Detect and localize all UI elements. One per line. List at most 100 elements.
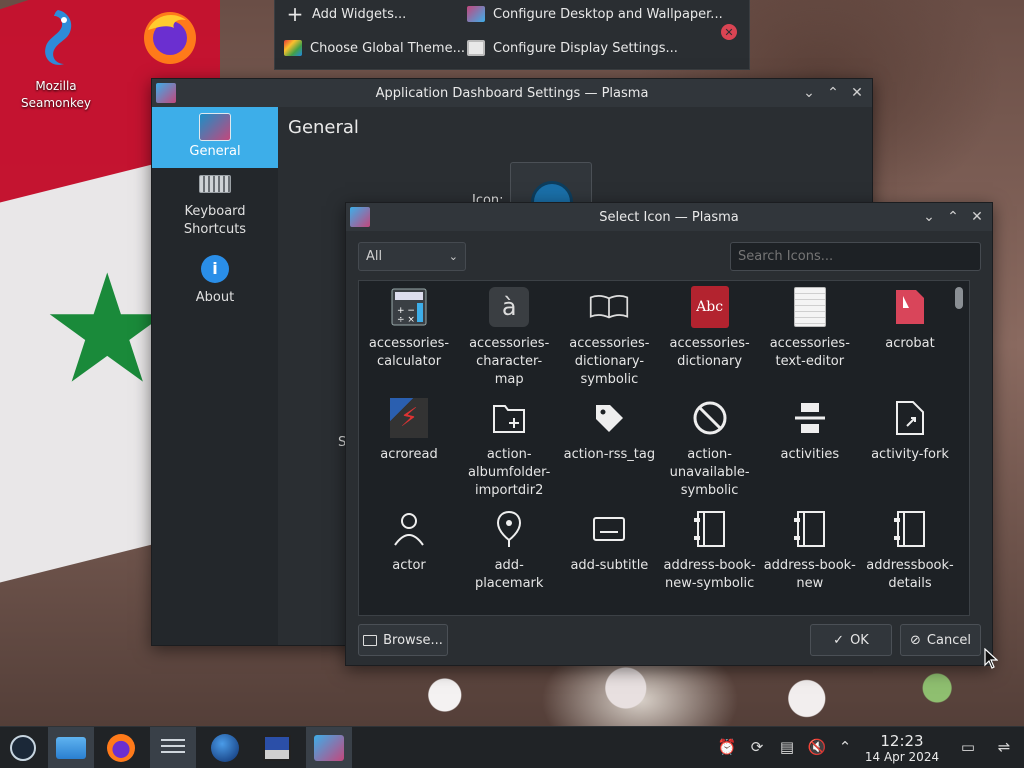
address-book-icon (790, 509, 830, 549)
minimize-icon[interactable]: ⌄ (920, 207, 938, 227)
clock[interactable]: 12:23 14 Apr 2024 (862, 732, 942, 765)
close-icon[interactable]: ✕ (848, 83, 866, 103)
info-icon: i (201, 255, 229, 283)
icon-grid-item[interactable]: add- placemark (459, 509, 559, 593)
button-label: OK (850, 632, 869, 648)
mouse-cursor-icon (984, 648, 998, 669)
icon-grid-item[interactable]: à accessories- character- map (459, 287, 559, 389)
menu-item-global-theme[interactable]: Choose Global Theme... (284, 40, 465, 56)
menu-item-label: Add Widgets... (312, 6, 407, 22)
volume-muted-icon[interactable]: 🔇 (807, 737, 827, 757)
menu-item-add-widgets[interactable]: + Add Widgets... (286, 4, 407, 24)
address-book-icon (690, 509, 730, 549)
taskbar-browser[interactable] (202, 727, 248, 768)
steam-icon (10, 735, 36, 761)
desktop-icon-firefox[interactable] (138, 6, 202, 70)
icon-grid-item-label: addressbook- details (866, 558, 954, 591)
minimize-icon[interactable]: ⌄ (800, 83, 818, 103)
icon-grid: + − ÷ × accessories- calculator à accessorie… (358, 280, 970, 616)
taskbar-steam[interactable] (0, 727, 46, 768)
close-menu-icon[interactable]: ✕ (721, 24, 737, 40)
icon-grid-item[interactable]: action-rss_tag (559, 398, 659, 464)
svg-text:÷ ×: ÷ × (397, 315, 415, 325)
icon-grid-item[interactable]: activities (760, 398, 860, 464)
icon-grid-item-label: action- albumfolder- importdir2 (468, 447, 551, 498)
dialog-titlebar[interactable]: Select Icon — Plasma ⌄ ⌃ ✕ (346, 203, 992, 231)
icon-grid-item[interactable]: action- unavailable- symbolic (660, 398, 760, 500)
sidebar-item-general[interactable]: General (152, 107, 278, 168)
calculator-icon: + − ÷ × (389, 287, 429, 327)
icon-grid-item-label: actor (392, 558, 426, 573)
icon-grid-item[interactable]: address-book- new-symbolic (660, 509, 760, 593)
icon-grid-item[interactable]: + − ÷ × accessories- calculator (359, 287, 459, 371)
button-label: Browse... (383, 632, 443, 648)
icon-grid-item-label: activity-fork (871, 447, 949, 462)
desktop-config-icon (467, 6, 485, 22)
taskbar-firefox[interactable] (98, 727, 144, 768)
display-icon (467, 40, 485, 56)
icon-grid-item[interactable]: addressbook- details (860, 509, 960, 593)
icon-category-select[interactable]: All ⌄ (358, 242, 466, 271)
icon-grid-item[interactable]: add-subtitle (559, 509, 659, 575)
chevron-up-icon[interactable]: ⌃ (835, 737, 855, 757)
cancel-button[interactable]: ⊘ Cancel (900, 624, 981, 656)
panel-settings-icon[interactable]: ⇌ (994, 737, 1014, 757)
taskbar-file-manager[interactable] (48, 727, 94, 768)
search-icons-input[interactable] (730, 242, 981, 271)
sidebar-item-keyboard-shortcuts[interactable]: Keyboard Shortcuts (152, 175, 278, 247)
update-icon[interactable]: ⟳ (747, 737, 767, 757)
icon-grid-item-label: add-subtitle (570, 558, 649, 573)
desktop-icon-seamonkey[interactable]: Mozilla Seamonkey (16, 6, 96, 112)
notification-bell-icon[interactable]: ⏰ (717, 737, 737, 757)
clock-date: 14 Apr 2024 (864, 750, 940, 764)
maximize-icon[interactable]: ⌃ (824, 83, 842, 103)
clipboard-icon[interactable]: ▤ (777, 737, 797, 757)
icon-grid-item[interactable]: accessories- dictionary- symbolic (559, 287, 659, 389)
chevron-down-icon: ⌄ (448, 250, 458, 263)
wallpaper-flowers (300, 660, 1024, 730)
icon-grid-item[interactable]: action- albumfolder- importdir2 (459, 398, 559, 500)
address-book-icon (890, 509, 930, 549)
desktop-icon-label: Mozilla Seamonkey (21, 79, 91, 110)
taskbar-remote-desktop[interactable] (254, 727, 300, 768)
seamonkey-icon (28, 6, 84, 74)
icon-grid-item-label: address-book- new-symbolic (663, 558, 756, 591)
icon-grid-item[interactable]: activity-fork (860, 398, 960, 464)
taskbar-plasma-settings[interactable] (306, 727, 352, 768)
taskbar-settings[interactable] (150, 727, 196, 768)
cancel-circle-icon: ⊘ (910, 632, 921, 648)
ok-button[interactable]: ✓ OK (810, 624, 892, 656)
icon-grid-item-label: action-rss_tag (563, 447, 656, 462)
sidebar-item-label: About (195, 290, 235, 305)
keyboard-icon (199, 175, 231, 193)
icon-grid-item[interactable]: ⚡ acroread (359, 398, 459, 464)
show-desktop-icon[interactable]: ▭ (958, 737, 978, 757)
close-icon[interactable]: ✕ (968, 207, 986, 227)
character-map-icon: à (489, 287, 530, 327)
activity-fork-icon (890, 398, 930, 438)
icon-grid-item-label: address-book- new (763, 558, 856, 591)
taskbar: ⏰ ⟳ ▤ 🔇 ⌃ 12:23 14 Apr 2024 ▭ ⇌ (0, 726, 1024, 768)
menu-item-label: Configure Display Settings... (493, 40, 678, 56)
browse-button[interactable]: Browse... (358, 624, 448, 656)
icon-grid-item-label: accessories- dictionary (669, 336, 750, 369)
settings-titlebar[interactable]: Application Dashboard Settings — Plasma … (152, 79, 872, 107)
maximize-icon[interactable]: ⌃ (944, 207, 962, 227)
sidebar-item-about[interactable]: i About (152, 255, 278, 311)
icon-grid-item-label: acrobat (885, 336, 935, 351)
menu-item-display-settings[interactable]: Configure Display Settings... (467, 40, 678, 56)
settings-sidebar: General Keyboard Shortcuts i About (152, 107, 278, 645)
theme-icon (284, 40, 302, 56)
subtitle-icon (589, 509, 629, 549)
desktop-context-menu: + Add Widgets... Configure Desktop and W… (274, 0, 750, 70)
page-title: General (288, 117, 359, 138)
icon-grid-item-label: acroread (380, 447, 438, 462)
icon-grid-item[interactable]: accessories- text-editor (760, 287, 860, 371)
icon-grid-item[interactable]: actor (359, 509, 459, 575)
icon-grid-item[interactable]: acrobat (860, 287, 960, 353)
menu-item-configure-desktop[interactable]: Configure Desktop and Wallpaper... (467, 6, 723, 22)
icon-grid-item[interactable]: Abc accessories- dictionary (660, 286, 760, 371)
select-icon-dialog: Select Icon — Plasma ⌄ ⌃ ✕ All ⌄ + −÷ × a… (345, 202, 993, 666)
icon-grid-item[interactable]: address-book- new (760, 509, 860, 593)
remote-desktop-icon (263, 735, 291, 761)
